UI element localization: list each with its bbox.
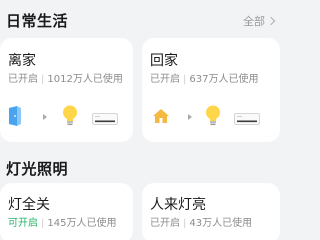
scene-usage-count: 145万人已使用 <box>47 218 117 229</box>
scene-card-title: 回家 <box>150 53 178 69</box>
scene-card-meta: 已开启 | 1012万人已使用 <box>8 74 123 85</box>
arrow-icon <box>188 114 192 120</box>
scene-card-meta: 已开启 | 637万人已使用 <box>150 74 259 85</box>
scene-card-title: 人来灯亮 <box>150 197 206 213</box>
lightbulb-icon <box>205 105 221 131</box>
scene-usage-count: 637万人已使用 <box>189 74 259 85</box>
scene-card-meta: 已开启 | 43万人已使用 <box>150 218 253 229</box>
scene-card-come-home[interactable]: 回家 已开启 | 637万人已使用 <box>142 38 280 142</box>
air-conditioner-icon <box>92 110 118 129</box>
scene-status: 可开启 <box>8 218 38 229</box>
scene-status: 已开启 <box>150 218 180 229</box>
scene-card-motion-light[interactable]: 人来灯亮 已开启 | 43万人已使用 <box>142 183 280 240</box>
scene-card-title: 灯全关 <box>8 197 50 213</box>
scene-card-all-lights-off[interactable]: 灯全关 可开启 | 145万人已使用 <box>0 183 133 240</box>
scene-status: 已开启 <box>150 74 180 85</box>
scene-usage-count: 43万人已使用 <box>189 218 253 229</box>
lightbulb-icon <box>62 105 78 131</box>
home-icon <box>152 108 170 128</box>
chevron-right-icon <box>266 16 276 26</box>
scene-usage-count: 1012万人已使用 <box>47 74 123 85</box>
air-conditioner-icon <box>234 110 260 129</box>
section-title-lighting: 灯光照明 <box>6 160 69 178</box>
scene-card-leave-home[interactable]: 离家 已开启 | 1012万人已使用 <box>0 38 133 142</box>
see-all-label: 全部 <box>243 15 265 28</box>
scene-card-title: 离家 <box>8 53 36 69</box>
scene-flow <box>142 104 280 130</box>
scene-flow <box>0 104 133 130</box>
door-sensor-icon <box>8 106 22 130</box>
section-title-daily-life: 日常生活 <box>6 12 69 30</box>
arrow-icon <box>43 114 47 120</box>
scene-card-meta: 可开启 | 145万人已使用 <box>8 218 117 229</box>
scene-status: 已开启 <box>8 74 38 85</box>
see-all-link[interactable]: 全部 <box>243 13 276 29</box>
